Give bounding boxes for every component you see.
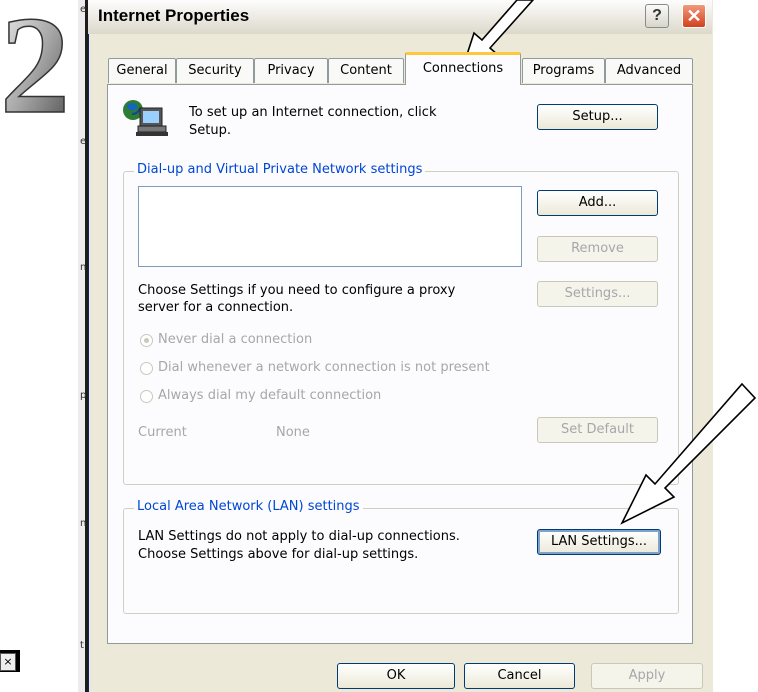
background-text-fragment: n — [80, 518, 87, 529]
radio-never-dial[interactable] — [140, 334, 153, 347]
radio-always-dial-default-label[interactable]: Always dial my default connection — [158, 387, 381, 405]
current-label: Current — [138, 425, 187, 440]
lan-settings-button[interactable]: LAN Settings... — [537, 529, 661, 555]
radio-always-dial-default[interactable] — [140, 390, 153, 403]
lan-settings-legend: Local Area Network (LAN) settings — [134, 499, 363, 515]
cancel-button[interactable]: Cancel — [464, 663, 575, 689]
close-button[interactable]: ✕ — [682, 4, 706, 28]
tab-programs[interactable]: Programs — [522, 58, 605, 83]
tab-advanced[interactable]: Advanced — [605, 58, 693, 83]
ok-button[interactable]: OK — [337, 663, 455, 689]
tab-security[interactable]: Security — [176, 58, 254, 83]
window-title: Internet Properties — [98, 6, 250, 25]
radio-selected-dot — [144, 338, 149, 343]
background-text-fragment: e — [80, 136, 87, 147]
setup-button[interactable]: Setup... — [537, 104, 658, 130]
tab-general[interactable]: General — [108, 58, 176, 83]
connections-listbox[interactable] — [138, 186, 522, 267]
radio-dial-when-no-network[interactable] — [140, 362, 153, 375]
dialup-vpn-legend: Dial-up and Virtual Private Network sett… — [134, 162, 426, 178]
background-text-fragment: t — [80, 640, 84, 651]
setup-description-line2: Setup. — [189, 123, 231, 138]
background-text-fragment: n — [80, 262, 87, 273]
remove-button[interactable]: Remove — [537, 236, 658, 262]
help-button[interactable]: ? — [645, 4, 669, 28]
tab-connections[interactable]: Connections — [405, 52, 521, 85]
set-default-button[interactable]: Set Default — [537, 417, 658, 443]
network-computer-icon — [123, 100, 168, 136]
current-value: None — [276, 425, 310, 440]
step-number-graphic: 2 — [2, 2, 68, 120]
proxy-settings-text-line2: server for a connection. — [138, 300, 294, 315]
step-number: 2 — [2, 2, 68, 120]
settings-button[interactable]: Settings... — [537, 281, 658, 307]
tab-content[interactable]: Content — [328, 58, 404, 83]
add-button[interactable]: Add... — [537, 190, 658, 216]
lan-description-line2: Choose Settings above for dial-up settin… — [138, 547, 419, 562]
background-text-fragment: p — [80, 390, 87, 401]
radio-never-dial-label[interactable]: Never dial a connection — [158, 331, 312, 349]
background-text-fragment: e — [80, 4, 87, 15]
proxy-settings-text-line1: Choose Settings if you need to configure… — [138, 283, 456, 298]
apply-button[interactable]: Apply — [591, 663, 703, 689]
tab-privacy[interactable]: Privacy — [254, 58, 328, 83]
lan-description-line1: LAN Settings do not apply to dial-up con… — [138, 529, 460, 544]
background-close-icon[interactable]: × — [0, 653, 16, 671]
setup-description-line1: To set up an Internet connection, click — [189, 105, 437, 120]
radio-dial-when-no-network-label[interactable]: Dial whenever a network connection is no… — [158, 359, 490, 377]
